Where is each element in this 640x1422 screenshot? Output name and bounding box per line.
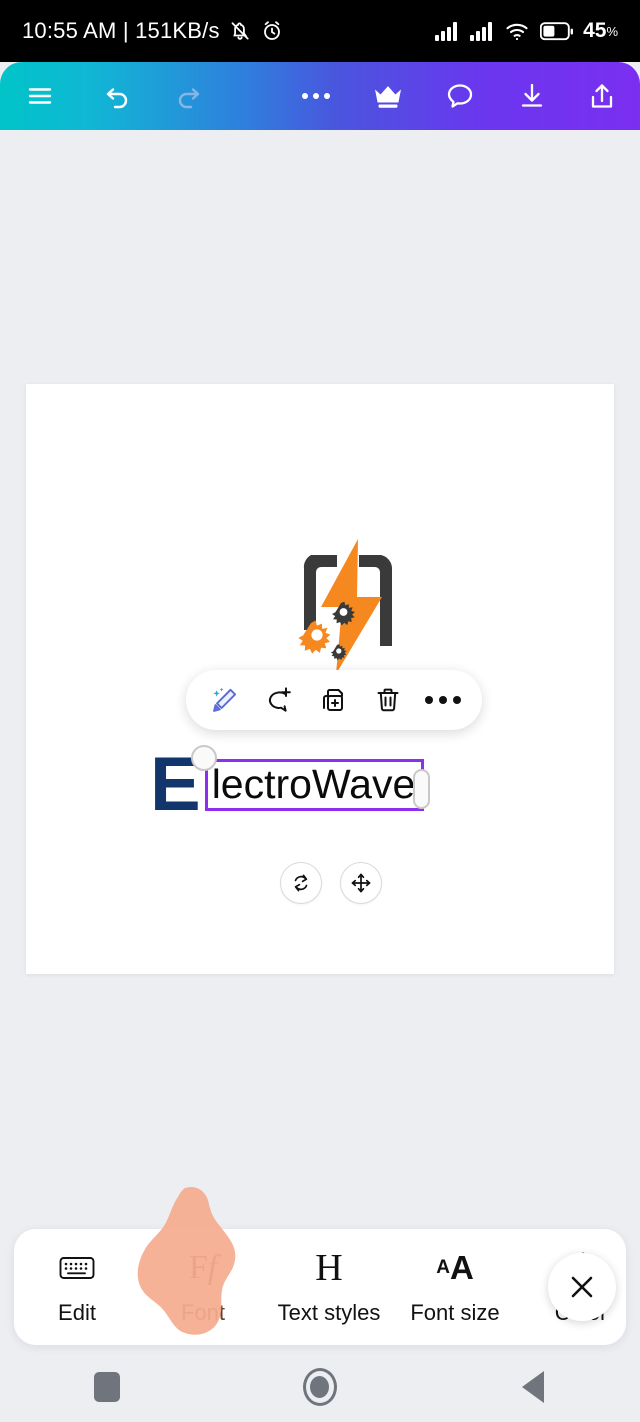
duplicate-icon[interactable]	[312, 678, 356, 722]
transform-buttons	[280, 862, 382, 904]
bottom-item-label: Font size	[410, 1299, 500, 1325]
signal-bars-icon	[435, 22, 458, 41]
android-nav-bar	[0, 1352, 640, 1422]
comment-icon[interactable]	[432, 68, 488, 124]
phone-screen: 10:55 AM | 151KB/s 45% E lectroWave Edit…	[0, 0, 640, 1422]
signal-bars-icon	[470, 22, 493, 41]
recents-button[interactable]	[62, 1363, 152, 1411]
menu-icon[interactable]	[12, 68, 68, 124]
font-icon: Ff	[188, 1248, 218, 1286]
download-icon[interactable]	[504, 68, 560, 124]
text-tools-bottom-bar: Edit Ff Font H Text styles AA Font size …	[14, 1229, 626, 1345]
font-size-icon: AA	[436, 1249, 474, 1286]
bottom-item-edit[interactable]: Edit	[14, 1249, 140, 1326]
more-dots	[424, 696, 461, 704]
alarm-clock-icon	[263, 21, 280, 40]
more-icon[interactable]	[288, 68, 344, 124]
silent-bell-icon	[231, 22, 249, 40]
crown-icon[interactable]	[360, 68, 416, 124]
keyboard-icon	[58, 1249, 96, 1287]
status-bar-right: 45%	[435, 19, 618, 43]
electrowave-logo-mark[interactable]	[281, 539, 411, 674]
undo-icon[interactable]	[90, 68, 146, 124]
back-icon	[522, 1371, 545, 1403]
brand-text-value: lectroWave	[211, 761, 416, 808]
ai-magic-edit-icon[interactable]	[203, 678, 247, 722]
battery-percent-label: 45%	[583, 19, 618, 42]
share-icon[interactable]	[574, 68, 630, 124]
recents-icon	[93, 1372, 120, 1402]
bottom-item-label: Font	[180, 1299, 226, 1325]
bottom-item-font-size[interactable]: AA Font size	[392, 1249, 518, 1326]
move-button[interactable]	[340, 862, 382, 904]
bottom-item-label: Text styles	[277, 1299, 381, 1325]
status-time-and-speed: 10:55 AM | 151KB/s	[22, 18, 220, 43]
redo-icon[interactable]	[160, 68, 216, 124]
bottom-item-label: Edit	[58, 1299, 96, 1325]
status-bar: 10:55 AM | 151KB/s 45%	[0, 0, 640, 62]
bottom-item-text-styles[interactable]: H Text styles	[266, 1249, 392, 1326]
delete-icon[interactable]	[366, 678, 410, 722]
status-bar-left: 10:55 AM | 151KB/s	[22, 18, 284, 44]
home-icon	[302, 1368, 337, 1406]
brand-text-row: E lectroWave	[150, 745, 431, 823]
add-comment-icon[interactable]	[258, 678, 302, 722]
wifi-icon	[506, 23, 528, 41]
selected-text-box[interactable]: lectroWave	[190, 745, 431, 812]
resize-handle-pill[interactable]	[413, 769, 431, 810]
rotate-handle-circle[interactable]	[190, 745, 217, 772]
bottom-item-font[interactable]: Ff Font	[140, 1249, 266, 1326]
text-styles-icon: H	[315, 1246, 343, 1289]
home-button[interactable]	[275, 1363, 365, 1411]
more-dots	[302, 93, 330, 99]
gear-orange	[298, 620, 331, 654]
floating-context-toolbar	[186, 670, 482, 730]
rotate-button[interactable]	[280, 862, 322, 904]
app-top-toolbar	[0, 62, 640, 130]
more-options-icon[interactable]	[421, 678, 465, 722]
back-button[interactable]	[488, 1363, 578, 1411]
battery-icon	[540, 21, 574, 40]
close-toolbar-button[interactable]	[548, 1253, 616, 1321]
